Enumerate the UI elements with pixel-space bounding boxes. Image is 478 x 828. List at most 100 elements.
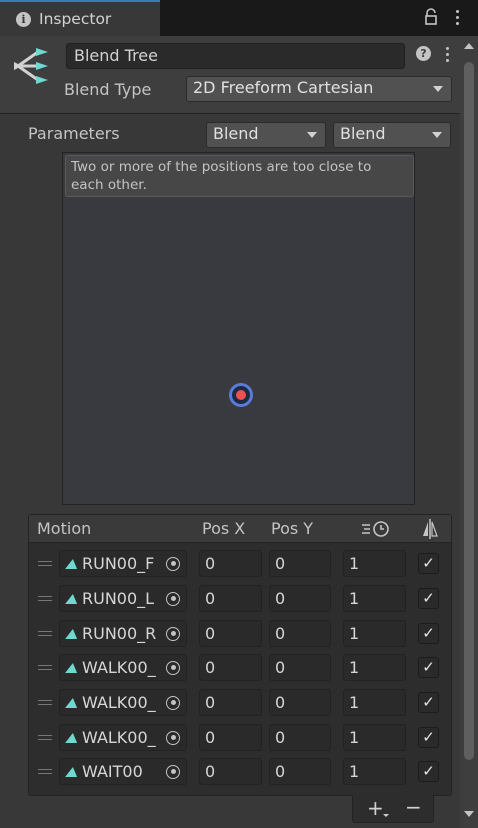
mirror-checkbox[interactable]: ✓ xyxy=(418,553,439,574)
pos-x-field[interactable]: 0 xyxy=(199,758,262,785)
motion-header: Motion xyxy=(37,519,92,538)
pos-x-field[interactable]: 0 xyxy=(199,620,262,647)
time-scale-field[interactable]: 1 xyxy=(343,550,406,577)
pos-y-field[interactable]: 0 xyxy=(269,758,331,785)
parameter-x-dropdown[interactable]: Blend xyxy=(206,122,326,148)
mirror-checkbox[interactable]: ✓ xyxy=(418,692,439,713)
blend-type-dropdown[interactable]: 2D Freeform Cartesian xyxy=(186,76,452,102)
scroll-up-icon[interactable] xyxy=(464,43,474,49)
motion-clip-field[interactable]: RUN00_R xyxy=(59,620,187,647)
component-menu-icon[interactable] xyxy=(443,44,451,64)
drag-handle-icon[interactable] xyxy=(38,596,52,601)
mirror-checkbox[interactable]: ✓ xyxy=(418,761,439,782)
pos-x-field[interactable]: 0 xyxy=(199,550,262,577)
time-scale-field[interactable]: 1 xyxy=(343,585,406,612)
chevron-down-icon xyxy=(432,132,442,138)
clip-name: WALK00_ xyxy=(82,658,156,677)
help-icon[interactable]: ? xyxy=(416,46,431,61)
clip-name: RUN00_R xyxy=(82,624,157,643)
blend-tree-icon xyxy=(14,48,48,84)
object-picker-icon[interactable] xyxy=(160,759,186,784)
mirror-checkbox[interactable]: ✓ xyxy=(418,623,439,644)
time-scale-field[interactable]: 1 xyxy=(343,620,406,647)
drag-handle-icon[interactable] xyxy=(38,700,52,705)
pos-y-field[interactable]: 0 xyxy=(269,654,331,681)
motion-row: WALK00_ 0 0 1 ✓ xyxy=(29,686,451,720)
animation-clip-icon xyxy=(65,594,79,604)
scroll-down-icon[interactable] xyxy=(464,811,474,817)
pos-y-field[interactable]: 0 xyxy=(269,689,331,716)
pos-y-field[interactable]: 0 xyxy=(269,585,331,612)
info-icon: i xyxy=(16,11,31,27)
object-picker-icon[interactable] xyxy=(160,551,186,576)
motion-clip-field[interactable]: WAIT00 xyxy=(59,758,187,785)
drag-handle-icon[interactable] xyxy=(38,735,52,740)
clip-name: WALK00_ xyxy=(82,693,156,712)
animation-clip-icon xyxy=(65,733,79,743)
motion-clip-field[interactable]: WALK00_ xyxy=(59,689,187,716)
motion-clip-field[interactable]: WALK00_ xyxy=(59,654,187,681)
kebab-menu-icon[interactable] xyxy=(452,6,462,28)
object-picker-icon[interactable] xyxy=(160,655,186,680)
motion-row: RUN00_F 0 0 1 ✓ xyxy=(29,547,451,581)
blend-type-value: 2D Freeform Cartesian xyxy=(193,78,374,97)
parameter-y-dropdown[interactable]: Blend xyxy=(333,122,451,148)
lock-icon[interactable] xyxy=(424,8,438,26)
time-scale-field[interactable]: 1 xyxy=(343,724,406,751)
motion-list: Motion Pos X Pos Y RUN00_F 0 0 1 ✓ RUN00… xyxy=(28,514,452,796)
remove-motion-button[interactable]: − xyxy=(405,795,422,819)
pos-y-field[interactable]: 0 xyxy=(269,724,331,751)
motion-row: RUN00_R 0 0 1 ✓ xyxy=(29,617,451,651)
time-scale-field[interactable]: 1 xyxy=(343,689,406,716)
warning-message: Two or more of the positions are too clo… xyxy=(65,155,414,197)
animation-clip-icon xyxy=(65,698,79,708)
time-scale-field[interactable]: 1 xyxy=(343,758,406,785)
vertical-scrollbar[interactable] xyxy=(460,36,478,828)
object-picker-icon[interactable] xyxy=(160,725,186,750)
object-picker-icon[interactable] xyxy=(160,621,186,646)
animation-clip-icon xyxy=(65,629,79,639)
drag-handle-icon[interactable] xyxy=(38,769,52,774)
animation-clip-icon xyxy=(65,767,79,777)
mirror-checkbox[interactable]: ✓ xyxy=(418,657,439,678)
blend-tree-name-field[interactable]: Blend Tree xyxy=(66,43,405,69)
parameter-x-value: Blend xyxy=(213,124,259,143)
drag-handle-icon[interactable] xyxy=(38,561,52,566)
animation-clip-icon xyxy=(65,663,79,673)
object-picker-icon[interactable] xyxy=(160,586,186,611)
time-scale-field[interactable]: 1 xyxy=(343,654,406,681)
pos-y-field[interactable]: 0 xyxy=(269,620,331,647)
tab-title: Inspector xyxy=(39,10,112,28)
dropdown-caret-icon xyxy=(383,814,389,817)
time-scale-icon xyxy=(362,521,389,537)
chevron-down-icon xyxy=(433,86,443,92)
tab-bar: i Inspector xyxy=(0,0,478,36)
pos-x-field[interactable]: 0 xyxy=(199,654,262,681)
clip-name: WAIT00 xyxy=(82,762,143,781)
clip-name: WALK00_ xyxy=(82,728,156,747)
clip-name: RUN00_F xyxy=(82,554,155,573)
parameters-label: Parameters xyxy=(28,124,120,143)
blend-point[interactable] xyxy=(229,383,253,407)
mirror-icon xyxy=(423,519,438,539)
pos-x-field[interactable]: 0 xyxy=(199,724,262,751)
motion-row: WALK00_ 0 0 1 ✓ xyxy=(29,721,451,755)
scrollbar-thumb[interactable] xyxy=(464,62,474,760)
motion-list-header: Motion Pos X Pos Y xyxy=(29,515,451,543)
add-motion-button[interactable]: + xyxy=(367,796,384,820)
inspector-header: Blend Tree ? Blend Type 2D Freeform Cart… xyxy=(0,36,460,114)
blend-type-label: Blend Type xyxy=(64,80,152,99)
object-picker-icon[interactable] xyxy=(160,690,186,715)
tab-inspector[interactable]: i Inspector xyxy=(0,0,160,36)
mirror-checkbox[interactable]: ✓ xyxy=(418,588,439,609)
pos-x-field[interactable]: 0 xyxy=(199,585,262,612)
motion-clip-field[interactable]: RUN00_L xyxy=(59,585,187,612)
pos-y-field[interactable]: 0 xyxy=(269,550,331,577)
motion-clip-field[interactable]: RUN00_F xyxy=(59,550,187,577)
blend-graph[interactable]: Two or more of the positions are too clo… xyxy=(62,152,415,505)
motion-clip-field[interactable]: WALK00_ xyxy=(59,724,187,751)
drag-handle-icon[interactable] xyxy=(38,631,52,636)
mirror-checkbox[interactable]: ✓ xyxy=(418,727,439,748)
drag-handle-icon[interactable] xyxy=(38,665,52,670)
pos-x-field[interactable]: 0 xyxy=(199,689,262,716)
